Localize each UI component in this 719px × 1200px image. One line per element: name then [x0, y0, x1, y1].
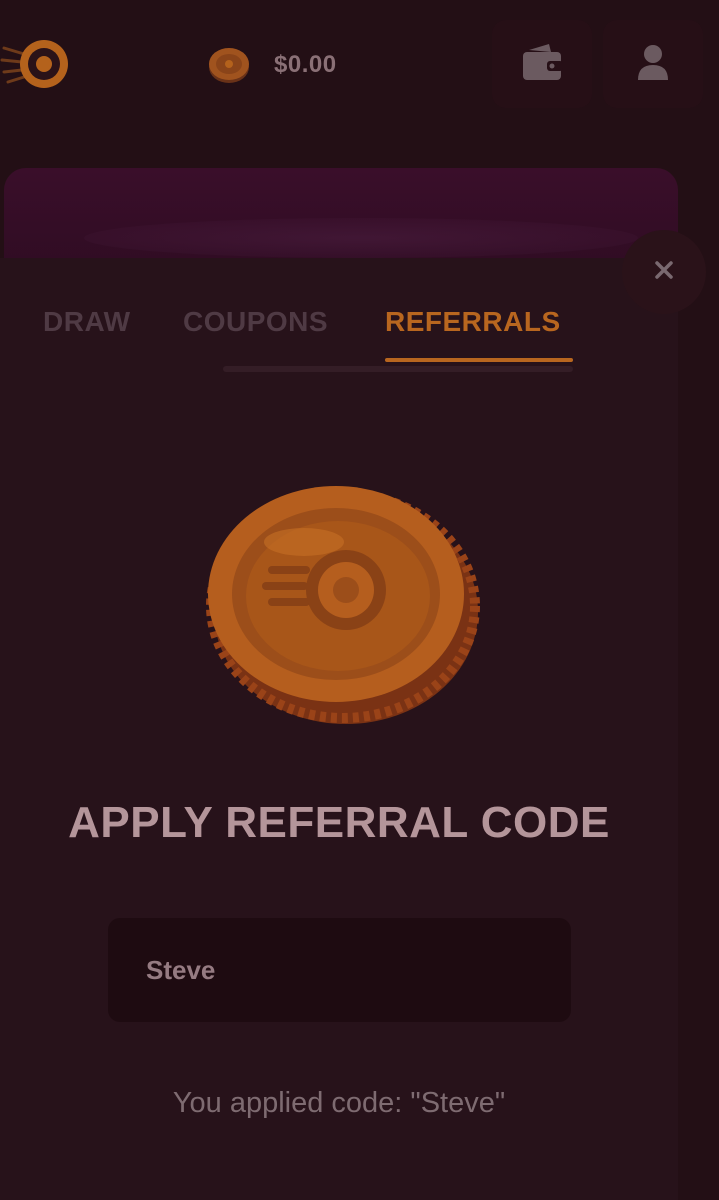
tab-coupons[interactable]: COUPONS — [183, 306, 328, 338]
referral-code-input[interactable]: Steve — [108, 918, 571, 1022]
tab-draw[interactable]: DRAW — [43, 306, 131, 338]
tab-track — [223, 366, 573, 372]
page: $0.00 DRAW COUPONS REFERRALS APPLY REFER… — [0, 0, 719, 1200]
coin-icon — [206, 45, 252, 85]
tab-active-indicator — [385, 358, 573, 362]
app-logo-icon[interactable] — [0, 30, 80, 100]
user-icon — [636, 44, 670, 85]
applied-code-status: You applied code: "Steve" — [172, 1087, 506, 1119]
balance-amount: $0.00 — [274, 51, 337, 78]
coin-illustration — [196, 470, 482, 736]
tab-referrals[interactable]: REFERRALS — [385, 306, 561, 338]
wallet-icon — [521, 42, 563, 87]
profile-button[interactable] — [603, 20, 703, 108]
balance-display[interactable]: $0.00 — [206, 40, 337, 90]
page-title: APPLY REFERRAL CODE — [68, 798, 610, 847]
close-icon — [654, 260, 674, 285]
close-button[interactable] — [622, 230, 706, 314]
modal-tabs: DRAW COUPONS REFERRALS — [43, 300, 603, 380]
wallet-button[interactable] — [492, 20, 592, 108]
